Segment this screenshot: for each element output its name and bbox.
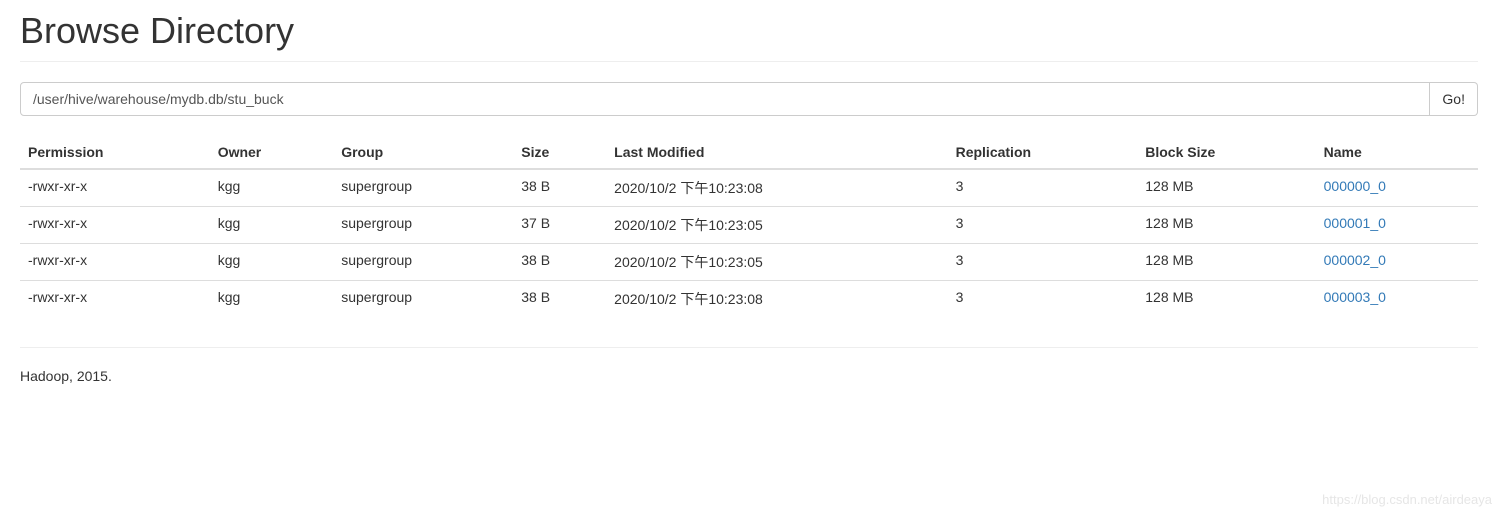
cell-block_size: 128 MB [1137,244,1315,281]
cell-name: 000002_0 [1316,244,1478,281]
table-header-row: Permission Owner Group Size Last Modifie… [20,136,1478,169]
page-title: Browse Directory [20,10,1478,52]
cell-name: 000001_0 [1316,207,1478,244]
cell-last_modified: 2020/10/2 下午10:23:05 [606,207,947,244]
col-permission: Permission [20,136,210,169]
col-block-size: Block Size [1137,136,1315,169]
path-input[interactable] [20,82,1430,116]
watermark: https://blog.csdn.net/airdeaya [1322,492,1492,507]
table-row: -rwxr-xr-xkggsupergroup38 B2020/10/2 下午1… [20,169,1478,207]
go-button[interactable]: Go! [1430,82,1478,116]
cell-size: 38 B [513,169,606,207]
cell-last_modified: 2020/10/2 下午10:23:05 [606,244,947,281]
cell-permission: -rwxr-xr-x [20,244,210,281]
cell-permission: -rwxr-xr-x [20,207,210,244]
cell-owner: kgg [210,207,334,244]
file-link[interactable]: 000003_0 [1324,289,1386,305]
table-row: -rwxr-xr-xkggsupergroup37 B2020/10/2 下午1… [20,207,1478,244]
cell-replication: 3 [948,281,1138,318]
cell-last_modified: 2020/10/2 下午10:23:08 [606,169,947,207]
table-row: -rwxr-xr-xkggsupergroup38 B2020/10/2 下午1… [20,244,1478,281]
cell-replication: 3 [948,207,1138,244]
cell-group: supergroup [333,281,513,318]
file-link[interactable]: 000002_0 [1324,252,1386,268]
cell-group: supergroup [333,169,513,207]
cell-owner: kgg [210,169,334,207]
col-group: Group [333,136,513,169]
cell-permission: -rwxr-xr-x [20,281,210,318]
footer-text: Hadoop, 2015. [20,368,1478,384]
cell-block_size: 128 MB [1137,207,1315,244]
cell-owner: kgg [210,281,334,318]
cell-block_size: 128 MB [1137,169,1315,207]
table-row: -rwxr-xr-xkggsupergroup38 B2020/10/2 下午1… [20,281,1478,318]
cell-last_modified: 2020/10/2 下午10:23:08 [606,281,947,318]
footer-divider [20,347,1478,348]
page-header: Browse Directory [20,10,1478,62]
col-name: Name [1316,136,1478,169]
col-last-modified: Last Modified [606,136,947,169]
file-link[interactable]: 000000_0 [1324,178,1386,194]
col-replication: Replication [948,136,1138,169]
cell-group: supergroup [333,207,513,244]
directory-table: Permission Owner Group Size Last Modifie… [20,136,1478,317]
cell-size: 37 B [513,207,606,244]
cell-permission: -rwxr-xr-x [20,169,210,207]
col-size: Size [513,136,606,169]
col-owner: Owner [210,136,334,169]
cell-group: supergroup [333,244,513,281]
cell-name: 000000_0 [1316,169,1478,207]
cell-replication: 3 [948,169,1138,207]
cell-size: 38 B [513,244,606,281]
cell-size: 38 B [513,281,606,318]
path-input-group: Go! [20,82,1478,116]
cell-replication: 3 [948,244,1138,281]
file-link[interactable]: 000001_0 [1324,215,1386,231]
cell-owner: kgg [210,244,334,281]
cell-block_size: 128 MB [1137,281,1315,318]
cell-name: 000003_0 [1316,281,1478,318]
